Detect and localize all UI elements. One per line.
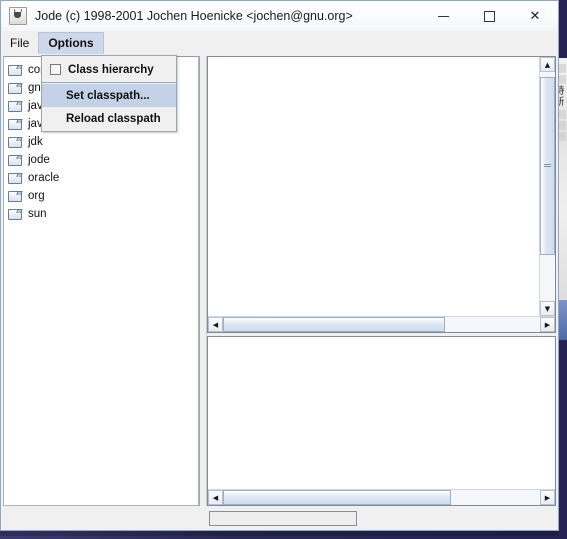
source-view-bottom-hscrollbar[interactable]: ◀ ▶ (208, 489, 555, 505)
folder-icon (8, 154, 22, 166)
window-title: Jode (c) 1998-2001 Jochen Hoenicke <joch… (35, 9, 353, 23)
vscroll-thumb[interactable] (540, 76, 555, 256)
hscroll-thumb[interactable] (223, 490, 452, 505)
scroll-left-arrow-icon[interactable]: ◀ (208, 317, 223, 333)
tree-item-label: jdk (28, 136, 43, 148)
tree-item-oracle[interactable]: oracle (8, 169, 198, 187)
close-icon: ✕ (529, 8, 541, 24)
tree-item-org[interactable]: org (8, 187, 198, 205)
source-view-top-vscrollbar[interactable]: ▲ ▼ (539, 57, 555, 317)
source-view-bottom[interactable]: ◀ ▶ (207, 336, 556, 506)
source-view-top[interactable]: ▲ ▼ ◀ ▶ (207, 56, 556, 334)
maximize-button[interactable] (466, 1, 512, 31)
editor-pane: ▲ ▼ ◀ ▶ ◀ ▶ (207, 56, 556, 506)
scroll-left-arrow-icon[interactable]: ◀ (208, 490, 223, 505)
grip-icon (331, 321, 336, 328)
window-titlebar[interactable]: Jode (c) 1998-2001 Jochen Hoenicke <joch… (1, 1, 558, 32)
jode-application-window: Jode (c) 1998-2001 Jochen Hoenicke <joch… (0, 0, 559, 531)
tree-item-jode[interactable]: jode (8, 151, 198, 169)
folder-icon (8, 208, 22, 220)
java-coffee-cup-icon (9, 7, 27, 25)
menu-item-label: Reload classpath (66, 112, 161, 125)
split-divider[interactable] (199, 56, 207, 506)
tree-item-sun[interactable]: sun (8, 205, 198, 223)
close-button[interactable]: ✕ (512, 1, 558, 31)
hscroll-track[interactable] (223, 490, 540, 505)
scroll-up-arrow-icon[interactable]: ▲ (540, 57, 555, 72)
folder-icon (8, 190, 22, 202)
menu-item-reload-classpath[interactable]: Reload classpath (42, 107, 176, 130)
folder-icon (8, 136, 22, 148)
checkbox-icon[interactable] (50, 64, 61, 75)
menu-item-set-classpath[interactable]: Set classpath... (42, 84, 176, 107)
tree-item-jdk[interactable]: jdk (8, 133, 198, 151)
status-text-field[interactable] (209, 510, 357, 526)
source-view-bottom-canvas[interactable] (208, 337, 555, 489)
menu-item-label: Set classpath... (66, 89, 150, 102)
menubar: File Options (1, 32, 558, 54)
minimize-icon (437, 15, 449, 17)
tree-item-label: jode (28, 154, 50, 166)
tree-item-label: org (28, 190, 45, 202)
window-shadow (0, 531, 559, 536)
folder-icon (8, 172, 22, 184)
grip-icon (335, 494, 340, 501)
menu-options[interactable]: Options (38, 32, 104, 54)
options-menu-dropdown[interactable]: Class hierarchy Set classpath... Reload … (41, 55, 177, 132)
source-view-top-text[interactable] (208, 57, 539, 317)
menu-item-class-hierarchy[interactable]: Class hierarchy (42, 58, 176, 81)
folder-icon (8, 118, 22, 130)
hscroll-track[interactable] (223, 317, 540, 333)
source-view-top-hscrollbar[interactable]: ◀ ▶ (208, 316, 555, 333)
tree-item-label: oracle (28, 172, 60, 184)
hscroll-thumb[interactable] (223, 317, 445, 333)
minimize-button[interactable] (420, 1, 466, 31)
vscroll-track[interactable] (540, 72, 555, 302)
scroll-right-arrow-icon[interactable]: ▶ (540, 317, 555, 333)
tree-item-label: sun (28, 208, 47, 220)
folder-icon (8, 82, 22, 94)
grip-icon (544, 163, 551, 168)
menu-item-label: Class hierarchy (68, 63, 154, 76)
menu-file[interactable]: File (1, 32, 38, 54)
folder-icon (8, 64, 22, 76)
scroll-down-arrow-icon[interactable]: ▼ (540, 301, 555, 317)
maximize-icon (483, 10, 495, 22)
scroll-right-arrow-icon[interactable]: ▶ (540, 490, 555, 505)
menu-separator (42, 82, 176, 83)
source-view-top-canvas[interactable]: ▲ ▼ (208, 57, 555, 317)
source-view-bottom-text[interactable] (208, 337, 555, 489)
folder-icon (8, 100, 22, 112)
statusbar (1, 506, 558, 530)
